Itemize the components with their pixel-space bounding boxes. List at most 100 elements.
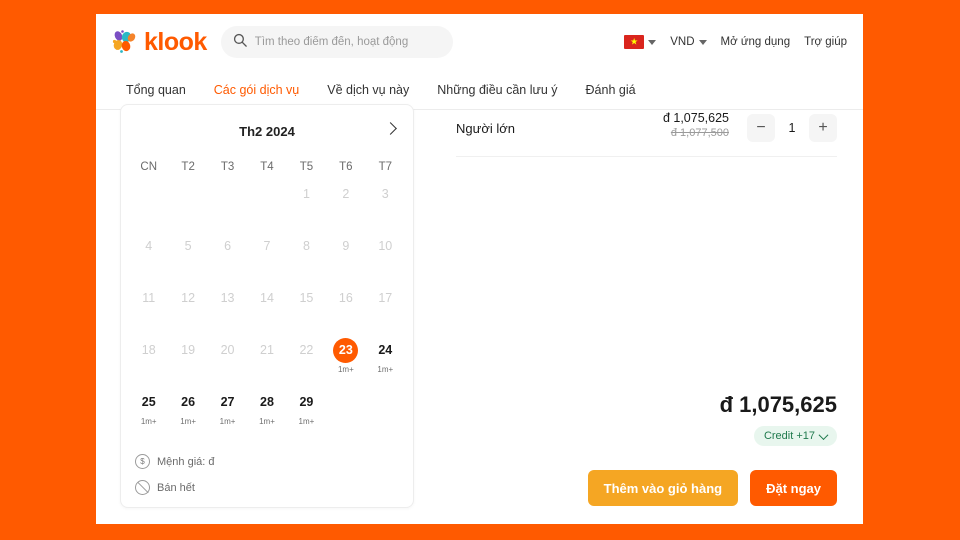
calendar-day-number [254,182,279,207]
calendar-day: 11 [129,283,168,329]
calendar-day-number: 12 [181,291,196,305]
book-now-button[interactable]: Đặt ngay [750,470,837,506]
calendar-week-row: 18 19 20 21 22 23 1m+ 24 1m+ [121,335,413,381]
calendar-day-number: 9 [342,239,350,253]
quantity-decrease-button[interactable]: − [747,114,775,142]
site-header: klook ★ VND [96,14,863,70]
calendar-day: 9 [326,231,365,277]
header-right-actions: ★ VND Mở ứng dụng Trợ giúp [624,35,849,49]
chevron-down-icon [818,429,829,440]
weekday-label: T7 [378,161,392,173]
calendar-day: 8 [287,231,326,277]
help-link[interactable]: Trợ giúp [804,36,847,48]
calendar-header: Th2 2024 [121,105,413,151]
calendar-day: 16 [326,283,365,329]
calendar-day: 7 [247,231,286,277]
weekday-label: T3 [220,161,235,173]
credit-label: Credit +17 [763,430,815,442]
calendar-day-price-hint: 1m+ [140,417,157,426]
calendar-day-number: 29 [299,395,314,409]
tab-notes[interactable]: Những điều cần lưu ý [423,70,571,109]
tab-reviews[interactable]: Đánh giá [572,70,650,109]
calendar-day-number: 5 [184,239,192,253]
calendar-day-number [373,390,398,415]
total-price: đ 1,075,625 [719,392,837,417]
calendar-day-number: 15 [299,291,314,305]
open-app-link[interactable]: Mở ứng dụng [721,36,791,48]
legend-label: Bán hết [157,481,195,494]
calendar-day-number: 22 [299,343,314,357]
calendar-day[interactable]: 24 1m+ [366,335,405,381]
calendar-day-number: 27 [220,395,235,409]
credit-badge[interactable]: Credit +17 [753,426,837,446]
calendar-day-empty [208,179,247,225]
date-picker-card: Th2 2024 CN T2 T3 T4 T5 T6 T7 1234567891… [120,104,414,508]
calendar-day-empty [247,179,286,225]
calendar-day-empty [129,179,168,225]
calendar-week-row: 4 5 6 7 8 9 10 [121,231,413,277]
package-content: Th2 2024 CN T2 T3 T4 T5 T6 T7 1234567891… [96,104,863,524]
legend-item-price: $ Mệnh giá: đ [135,454,214,469]
language-selector[interactable]: ★ [624,35,657,49]
calendar-day[interactable]: 27 1m+ [208,387,247,433]
calendar-day: 15 [287,283,326,329]
calendar-day-number: 2 [342,187,350,201]
calendar-day: 19 [168,335,207,381]
klook-petals-logo-icon [110,28,138,56]
calendar-day: 21 [247,335,286,381]
add-to-cart-button[interactable]: Thêm vào giỏ hàng [587,470,739,506]
calendar-day: 3 [366,179,405,225]
pax-price-block: đ 1,075,625 đ 1,077,500 [663,111,729,145]
calendar-day: 13 [208,283,247,329]
calendar-day[interactable]: 29 1m+ [287,387,326,433]
calendar-day-number [333,390,358,415]
calendar-day: 10 [366,231,405,277]
calendar-day[interactable]: 25 1m+ [129,387,168,433]
pax-price: đ 1,075,625 [662,111,729,125]
quantity-increase-button[interactable]: + [809,114,837,142]
calendar-day: 20 [208,335,247,381]
calendar-day: 6 [208,231,247,277]
calendar-day: 4 [129,231,168,277]
klook-logo-text: klook [144,27,207,56]
total-price-block: đ 1,075,625 Credit +17 [720,392,837,446]
calendar-day-price-hint: 1m+ [180,417,197,426]
pax-label: Người lớn [456,120,515,136]
chevron-down-icon [648,39,657,45]
calendar-week-row: 1 2 3 [121,179,413,225]
calendar-day-number: 26 [181,395,196,409]
legend-label: Mệnh giá: đ [157,455,215,468]
calendar-day-number [136,182,161,207]
currency-label: VND [670,36,695,48]
vietnam-flag-icon: ★ [624,35,645,49]
calendar-day-number: 24 [378,343,393,357]
legend-item-soldout: Bán hết [135,480,214,495]
calendar-day-selected[interactable]: 23 1m+ [326,335,365,381]
sold-out-icon [135,480,150,495]
calendar-grid: 1 2 3 4 5 6 7 8 9 10 11 12 13 14 15 16 17 18 19 20 21 22 23 1m+… [121,179,413,433]
calendar-week-row: 11 12 13 14 15 16 17 [121,283,413,329]
klook-logo[interactable]: klook [110,28,207,56]
calendar-day-number: 4 [145,239,153,253]
calendar-day-number: 25 [141,395,156,409]
quantity-value: 1 [788,121,796,135]
search-box[interactable] [220,26,453,58]
calendar-next-month-button[interactable] [379,117,401,139]
calendar-day-number: 18 [141,343,156,357]
currency-selector[interactable]: VND [670,36,707,48]
search-input[interactable] [254,36,441,48]
calendar-day-number: 8 [302,239,310,253]
calendar-day-price-hint: 1m+ [219,417,236,426]
pax-row-adult: Người lớn đ 1,075,625 đ 1,077,500 − 1 + [456,108,837,148]
calendar-day-number: 14 [260,291,274,305]
calendar-day: 5 [168,231,207,277]
calendar-day: 12 [168,283,207,329]
flag-star: ★ [630,36,639,47]
calendar-day-number: 11 [142,291,156,305]
calendar-day[interactable]: 28 1m+ [247,387,286,433]
calendar-day[interactable]: 26 1m+ [168,387,207,433]
calendar-day-number: 20 [220,343,235,357]
calendar-day-price-hint: 1m+ [377,365,394,374]
calendar-day-number: 23 [333,338,359,363]
calendar-day-number [215,182,240,207]
